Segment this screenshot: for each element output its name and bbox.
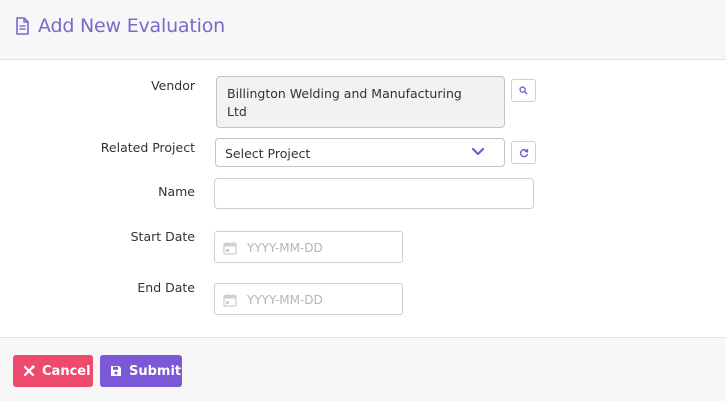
end-date-placeholder: YYYY-MM-DD	[247, 293, 323, 307]
start-date-input[interactable]: YYYY-MM-DD	[214, 231, 403, 263]
name-label: Name	[158, 184, 195, 199]
name-input[interactable]	[214, 178, 534, 209]
end-date-label: End Date	[137, 280, 195, 295]
vendor-search-button[interactable]	[511, 79, 536, 102]
modal-footer: Cancel Submit	[0, 337, 726, 401]
calendar-icon	[223, 294, 237, 307]
related-project-selected: Select Project	[225, 146, 311, 161]
related-project-label: Related Project	[100, 140, 195, 155]
cancel-icon	[23, 365, 35, 377]
submit-button[interactable]: Submit	[100, 355, 182, 387]
cancel-button[interactable]: Cancel	[13, 355, 93, 387]
submit-label: Submit	[129, 363, 182, 379]
vendor-value-line1: Billington Welding and Manufacturing	[227, 86, 462, 101]
modal-header: Add New Evaluation	[0, 0, 726, 60]
cancel-label: Cancel	[42, 363, 91, 379]
save-icon	[111, 366, 121, 376]
document-icon	[16, 17, 29, 35]
vendor-value-line2: Ltd	[227, 104, 247, 119]
related-project-refresh-button[interactable]	[511, 141, 536, 164]
start-date-label: Start Date	[130, 229, 195, 244]
search-icon	[519, 86, 528, 95]
refresh-icon	[519, 148, 528, 157]
vendor-label: Vendor	[151, 78, 195, 93]
related-project-select[interactable]: Select Project	[215, 138, 505, 167]
vendor-field[interactable]: Billington Welding and Manufacturing Ltd	[216, 76, 505, 128]
page-title: Add New Evaluation	[38, 15, 225, 37]
start-date-placeholder: YYYY-MM-DD	[247, 241, 323, 255]
end-date-input[interactable]: YYYY-MM-DD	[214, 283, 403, 315]
chevron-down-icon	[472, 147, 484, 156]
calendar-icon	[223, 242, 237, 255]
